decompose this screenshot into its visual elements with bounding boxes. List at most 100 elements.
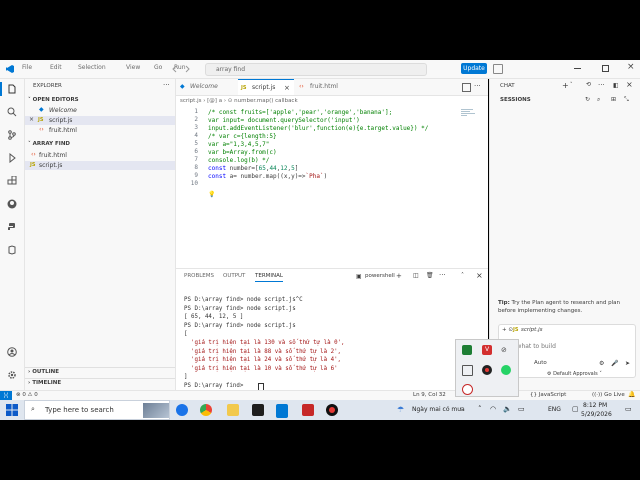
weather-text[interactable]: Ngày mai có mưa	[412, 406, 465, 413]
clock-date[interactable]: 5/29/2026	[581, 411, 612, 418]
tab-fruit-html[interactable]: ‹› fruit.html	[296, 79, 352, 95]
recorder-taskbar-icon[interactable]	[326, 404, 338, 416]
file-explorer-icon[interactable]	[227, 404, 239, 416]
taskbar-search-box[interactable]: ⌕ Type here to search	[24, 400, 170, 420]
language-indicator[interactable]: ENG	[548, 406, 561, 413]
tools-icon[interactable]: ⚙	[599, 360, 604, 367]
run-debug-icon[interactable]	[7, 153, 17, 163]
menu-item[interactable]: File	[22, 64, 32, 71]
go-live-button[interactable]: ((·)) Go Live	[592, 392, 625, 398]
command-center-search[interactable]: array find	[205, 63, 427, 76]
chat-history-icon[interactable]: ⟲	[586, 81, 591, 88]
tray-overflow-icon[interactable]: ˄	[478, 405, 482, 413]
display-icon[interactable]: ▢	[572, 405, 579, 413]
notification-center-icon[interactable]: ▭	[625, 405, 632, 413]
context-file[interactable]: script.js	[521, 327, 542, 333]
model-picker[interactable]: Auto	[534, 360, 547, 366]
folder-header[interactable]: ˅ ARRAY FIND	[28, 141, 70, 147]
tray-device-icon[interactable]	[462, 365, 473, 376]
maximize-icon[interactable]	[602, 65, 609, 72]
maximize-panel-icon[interactable]: ˄	[461, 272, 464, 279]
language-mode[interactable]: {} JavaScript	[530, 392, 566, 398]
weather-icon[interactable]: ☂	[397, 405, 404, 414]
tab-welcome[interactable]: ◆ Welcome	[176, 79, 238, 95]
tray-chrome-remote-icon[interactable]	[462, 384, 473, 395]
split-terminal-icon[interactable]: ◫	[413, 272, 419, 279]
account-icon[interactable]	[7, 347, 17, 357]
chat-more-icon[interactable]: ···	[598, 81, 605, 89]
mic-icon[interactable]: 🎤	[611, 360, 618, 367]
source-control-icon[interactable]	[7, 130, 17, 140]
breadcrumb[interactable]: script.js › [@] a › ⊙ number.map() callb…	[180, 97, 298, 106]
python-icon[interactable]	[7, 222, 17, 232]
shell-label[interactable]: powershell	[365, 273, 395, 279]
extensions-icon[interactable]	[7, 176, 17, 186]
close-tab-icon[interactable]: ×	[284, 80, 290, 96]
new-terminal-icon[interactable]: +	[396, 272, 402, 280]
close-icon[interactable]: ×	[627, 62, 635, 72]
tray-whatsapp-icon[interactable]	[501, 365, 511, 375]
code-editor[interactable]: 1/* const fruits=['apple','pear','orange…	[176, 108, 488, 198]
github-icon[interactable]	[7, 199, 17, 209]
windows-store-icon[interactable]	[252, 404, 264, 416]
editor-more-icon[interactable]: ···	[474, 82, 481, 90]
search-icon[interactable]	[7, 107, 17, 117]
tab-script-js[interactable]: JS script.js ×	[238, 79, 294, 95]
lightbulb-icon[interactable]: 💡	[208, 191, 215, 198]
tab-problems[interactable]: PROBLEMS	[184, 273, 214, 279]
sessions-refresh-icon[interactable]: ↻	[585, 96, 590, 103]
panel-more-icon[interactable]: ···	[439, 271, 446, 279]
testing-icon[interactable]	[7, 245, 17, 255]
trash-icon[interactable]: 🗑	[426, 272, 434, 279]
approvals-picker[interactable]: ⚙ Default Approvals ˅	[547, 371, 602, 377]
tray-vivaldi-icon[interactable]: V	[482, 345, 492, 355]
wifi-icon[interactable]: ◠	[490, 405, 496, 413]
problems-status[interactable]: ⊗ 0 ⚠ 0	[16, 392, 38, 398]
terminal-output[interactable]: PS D:\array find> node script.js^C PS D:\…	[184, 296, 484, 392]
minimize-icon[interactable]	[574, 68, 581, 69]
open-editor-script[interactable]: × JS script.js	[25, 116, 175, 125]
close-panel-icon[interactable]: ×	[476, 271, 483, 280]
send-icon[interactable]: ➤	[625, 360, 630, 367]
remote-icon[interactable]: ⟩⟨	[0, 391, 12, 400]
open-editor-welcome[interactable]: ◆ Welcome	[25, 106, 175, 115]
menu-item[interactable]: Go	[154, 64, 162, 71]
volume-icon[interactable]: 🔈	[503, 405, 512, 413]
settings-gear-icon[interactable]	[7, 370, 17, 380]
chrome-icon[interactable]	[200, 404, 212, 416]
sessions-filter-icon[interactable]: ⊞	[611, 96, 616, 103]
nav-arrows-icon[interactable]	[172, 65, 202, 73]
attach-context-icon[interactable]: + ⊙	[502, 327, 513, 333]
menu-item[interactable]: Selection	[78, 64, 106, 71]
split-editor-icon[interactable]	[462, 83, 471, 92]
notifications-icon[interactable]: 🔔	[628, 391, 635, 398]
open-editors-header[interactable]: ˅ OPEN EDITORS	[28, 97, 79, 103]
vscode-taskbar-icon[interactable]	[276, 404, 288, 418]
outline-header[interactable]: › OUTLINE	[28, 369, 59, 375]
cursor-position[interactable]: Ln 9, Col 32	[413, 392, 446, 398]
more-actions-icon[interactable]: ···	[163, 81, 170, 89]
open-editor-fruit[interactable]: ‹› fruit.html	[25, 126, 175, 135]
new-chat-icon[interactable]: +	[562, 81, 569, 90]
tray-record-icon[interactable]	[482, 365, 492, 375]
update-button[interactable]: Update	[461, 63, 487, 74]
battery-icon[interactable]: ▭	[518, 405, 525, 413]
tab-output[interactable]: OUTPUT	[223, 273, 245, 279]
close-editor-icon[interactable]: ×	[29, 116, 34, 123]
chat-close-icon[interactable]: ×	[626, 80, 633, 89]
clock-time[interactable]: 8:12 PM	[583, 402, 607, 409]
tab-terminal[interactable]: TERMINAL	[255, 273, 283, 282]
file-script-js[interactable]: JS script.js	[25, 161, 175, 170]
windows-start-icon[interactable]	[6, 404, 18, 416]
tray-app-icon[interactable]	[462, 345, 472, 355]
file-fruit-html[interactable]: ‹› fruit.html	[25, 151, 175, 160]
app-taskbar-icon[interactable]	[302, 404, 314, 416]
timeline-header[interactable]: › TIMELINE	[28, 380, 61, 386]
tray-network-icon[interactable]: ⊘	[501, 346, 510, 354]
menu-item[interactable]: Edit	[50, 64, 62, 71]
chat-layout-icon[interactable]: ◧	[613, 82, 619, 89]
edge-icon[interactable]	[176, 404, 188, 416]
sessions-search-icon[interactable]: ⌕	[597, 96, 600, 104]
minimap[interactable]	[461, 108, 476, 123]
layout-icon[interactable]	[493, 64, 503, 74]
